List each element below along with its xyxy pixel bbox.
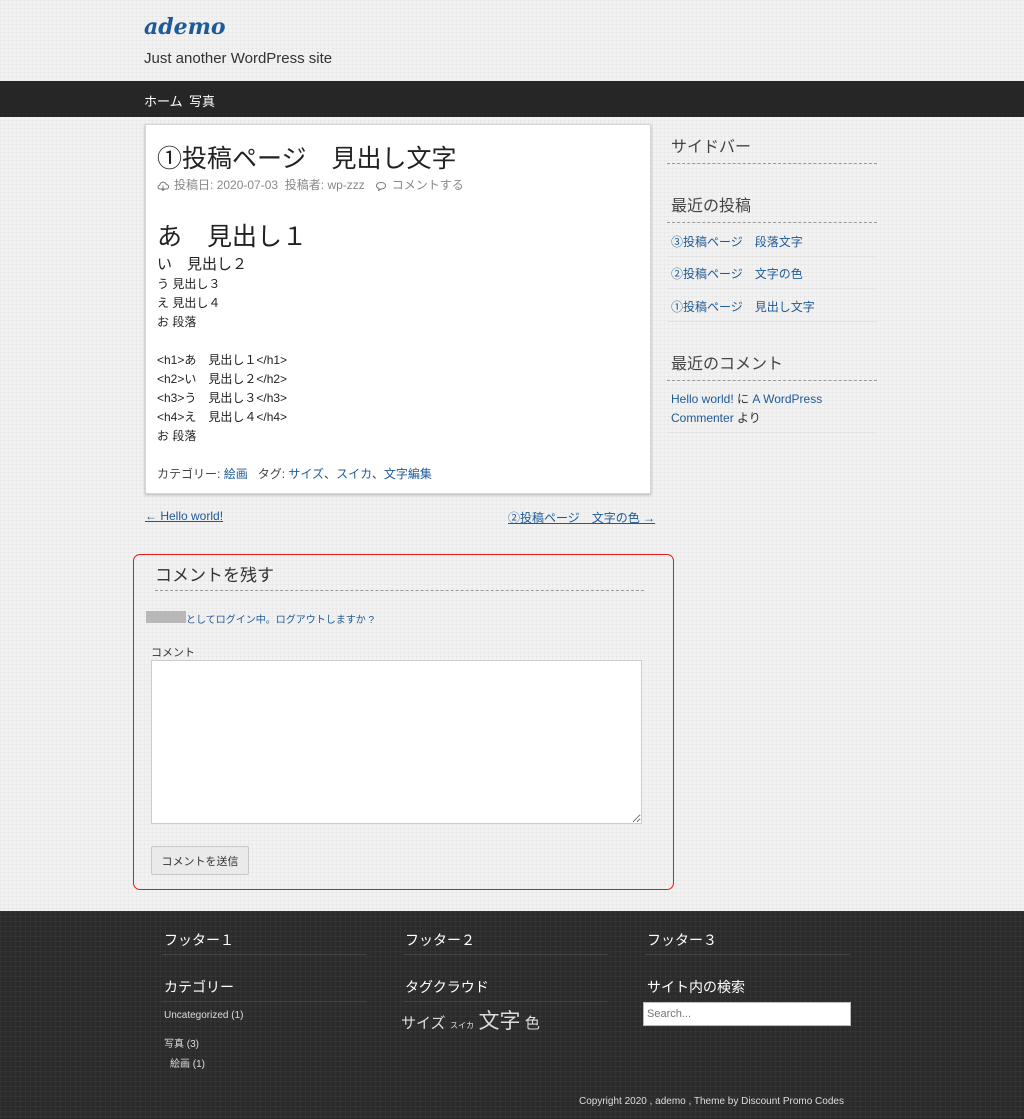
heading-2: い 見出し２ xyxy=(157,256,248,273)
theme-credit-link[interactable]: Discount Promo Codes xyxy=(741,1096,844,1107)
code-line-paragraph: お 段落 xyxy=(157,429,197,443)
comment-bubble-icon xyxy=(375,181,386,191)
divider xyxy=(162,1001,367,1002)
divider xyxy=(667,222,877,223)
category-link[interactable]: 絵画 xyxy=(224,467,248,481)
heading-3: う 見出し３ xyxy=(157,277,221,291)
next-post-link[interactable]: ②投稿ページ 文字の色 → xyxy=(508,509,655,526)
recent-post-link[interactable]: ①投稿ページ 見出し文字 xyxy=(671,298,815,315)
tagcloud-link[interactable]: 色 xyxy=(525,1015,540,1032)
code-line-h3: <h3>う 見出し３</h3> xyxy=(157,391,288,405)
commenter-link[interactable]: Commenter xyxy=(671,411,734,425)
divider xyxy=(667,380,877,381)
site-footer: フッター１ フッター２ フッター３ カテゴリー タグクラウド サイト内の検索 U… xyxy=(0,911,1024,1119)
heading-4: え 見出し４ xyxy=(157,296,221,310)
tag-separator: 、 xyxy=(371,467,384,481)
nav-home[interactable]: ホーム xyxy=(144,91,183,110)
footer-categories-title: カテゴリー xyxy=(164,979,234,995)
divider xyxy=(403,1001,608,1002)
divider xyxy=(667,163,877,164)
tag-separator: 、 xyxy=(324,467,337,481)
comment-textarea[interactable] xyxy=(151,660,642,824)
category-count: (1) xyxy=(192,1059,206,1070)
footer-category-item: 絵画 (1) xyxy=(170,1055,205,1070)
post-taxonomy: カテゴリー: 絵画 タグ: サイズ、スイカ、文字編集 xyxy=(157,465,432,482)
footer-col-1-title: フッター１ xyxy=(164,932,234,948)
logged-in-as-link[interactable]: としてログイン中。 xyxy=(186,615,276,626)
nav-photos[interactable]: 写真 xyxy=(189,91,215,110)
redacted-username xyxy=(146,611,186,623)
footer-col-3-title: フッター３ xyxy=(647,932,717,948)
code-line-h1: <h1>あ 見出し１</h1> xyxy=(157,353,288,367)
tag-link[interactable]: 文字編集 xyxy=(384,467,432,481)
paragraph: お 段落 xyxy=(157,315,197,329)
post-author-link[interactable]: wp-zzz xyxy=(327,178,364,192)
divider xyxy=(403,954,608,955)
footer-category-item: Uncategorized (1) xyxy=(164,1010,244,1021)
copyright-text: Copyright 2020 , ademo , Theme by xyxy=(579,1096,739,1107)
tag-cloud: サイズ スイカ 文字 色 xyxy=(401,1005,540,1035)
previous-post-link[interactable]: ← Hello world! xyxy=(145,509,223,523)
copyright: Copyright 2020 , ademo , Theme by Discou… xyxy=(579,1096,844,1107)
comment-post-link[interactable]: Hello world! xyxy=(671,392,734,406)
recent-post-link[interactable]: ②投稿ページ 文字の色 xyxy=(671,265,803,282)
divider xyxy=(667,288,877,289)
site-title[interactable]: ademo xyxy=(144,14,226,40)
footer-col-2-title: フッター２ xyxy=(405,932,475,948)
recent-comment-line-2: Commenter より xyxy=(671,409,761,426)
category-link[interactable]: 写真 xyxy=(164,1039,184,1050)
recent-posts-title: 最近の投稿 xyxy=(671,198,752,215)
category-count: (1) xyxy=(231,1010,244,1021)
post-date-link[interactable]: 2020-07-03 xyxy=(217,178,278,192)
commenter-link[interactable]: A WordPress xyxy=(752,392,822,406)
cloud-icon xyxy=(157,181,169,191)
comment-by-text: より xyxy=(737,411,761,425)
comment-form-title: コメントを残す xyxy=(155,566,274,585)
divider xyxy=(667,321,877,322)
comment-label: コメント xyxy=(151,647,195,659)
heading-1: あ 見出し１ xyxy=(157,223,308,251)
posted-label: 投稿日: xyxy=(174,178,214,192)
post-title: ①投稿ページ 見出し文字 xyxy=(157,145,457,173)
tag-link[interactable]: サイズ xyxy=(288,467,324,481)
logged-in-notice: としてログイン中。ログアウトしますか ? xyxy=(186,611,374,626)
footer-tagcloud-title: タグクラウド xyxy=(405,979,489,995)
recent-comment-line-1: Hello world! に A WordPress xyxy=(671,390,822,407)
tagcloud-link[interactable]: スイカ xyxy=(450,1021,474,1030)
code-line-h4: <h4>え 見出し４</h4> xyxy=(157,410,288,424)
logout-link[interactable]: ログアウトしますか ? xyxy=(276,615,374,626)
footer-search-title: サイト内の検索 xyxy=(647,979,745,995)
footer-category-item: 写真 (3) xyxy=(164,1035,199,1050)
comment-on-text: に xyxy=(737,392,750,406)
tag-link[interactable]: スイカ xyxy=(336,467,372,481)
sidebar-title: サイドバー xyxy=(671,139,752,156)
search-input[interactable] xyxy=(643,1002,851,1026)
site-tagline: Just another WordPress site xyxy=(144,50,333,67)
category-label: カテゴリー: xyxy=(157,467,221,481)
post-article: ①投稿ページ 見出し文字 投稿日: 2020-07-03 投稿者: wp-zzz… xyxy=(145,124,651,494)
comment-form: コメントを残す としてログイン中。ログアウトしますか ? コメント コメントを送… xyxy=(133,554,674,890)
divider xyxy=(162,954,367,955)
category-link[interactable]: 絵画 xyxy=(170,1059,190,1070)
recent-comments-title: 最近のコメント xyxy=(671,356,784,373)
main-navigation: ホーム 写真 xyxy=(0,81,1024,117)
category-link[interactable]: Uncategorized xyxy=(164,1010,228,1021)
tagcloud-link[interactable]: サイズ xyxy=(401,1015,446,1032)
tagcloud-link[interactable]: 文字 xyxy=(478,1010,520,1033)
author-label: 投稿者: xyxy=(284,178,325,192)
recent-post-link[interactable]: ③投稿ページ 段落文字 xyxy=(671,233,803,250)
divider xyxy=(667,256,877,257)
post-meta: 投稿日: 2020-07-03 投稿者: wp-zzz コメントする xyxy=(157,176,464,193)
code-line-h2: <h2>い 見出し２</h2> xyxy=(157,372,288,386)
comment-link[interactable]: コメントする xyxy=(392,178,464,192)
submit-comment-button[interactable]: コメントを送信 xyxy=(151,846,249,875)
divider xyxy=(155,590,644,591)
tag-label: タグ: xyxy=(257,467,286,481)
divider xyxy=(667,432,877,433)
category-count: (3) xyxy=(186,1039,200,1050)
divider xyxy=(645,954,850,955)
